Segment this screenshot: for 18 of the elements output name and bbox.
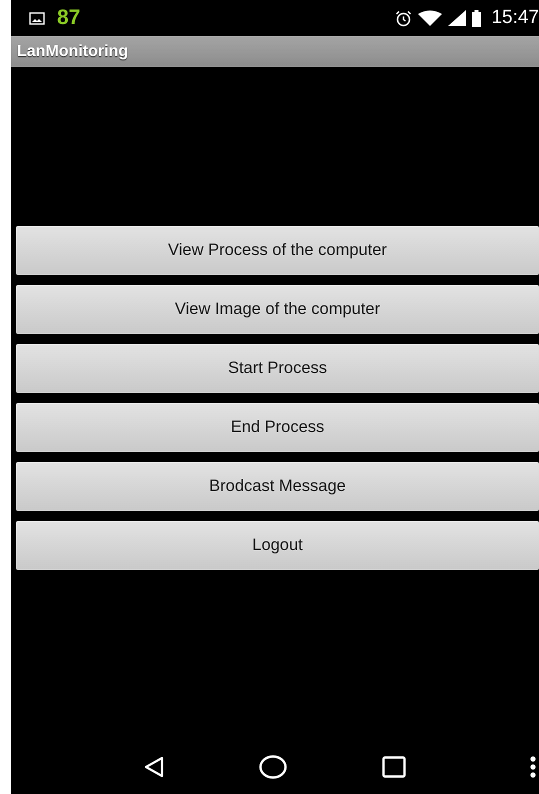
signal-icon (448, 10, 466, 26)
more-icon[interactable] (530, 756, 536, 778)
battery-icon (472, 10, 482, 26)
menu-button[interactable]: Start Process (16, 344, 539, 393)
picture-notification-icon (29, 12, 45, 24)
back-icon[interactable] (144, 756, 164, 778)
recents-icon[interactable] (382, 756, 406, 778)
alarm-icon (395, 10, 412, 26)
menu-button[interactable]: Brodcast Message (16, 462, 539, 511)
menu-button[interactable]: View Image of the computer (16, 285, 539, 334)
wifi-icon (418, 10, 442, 26)
notification-count: 87 (57, 6, 80, 30)
menu-button[interactable]: View Process of the computer (16, 226, 539, 275)
menu-button[interactable]: Logout (16, 521, 539, 570)
app-title: LanMonitoring (17, 42, 128, 60)
home-icon[interactable] (258, 755, 287, 779)
clock-time: 15:47 (491, 7, 539, 29)
menu-button[interactable]: End Process (16, 403, 539, 452)
